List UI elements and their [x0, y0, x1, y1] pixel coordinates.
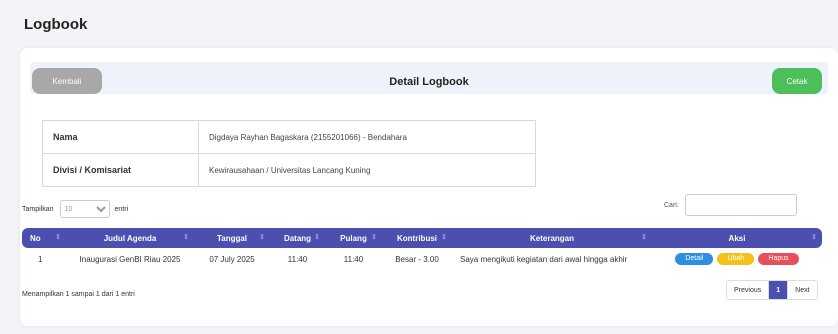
info-value: Digdaya Rayhan Bagaskara (2155201066) - … — [198, 120, 536, 154]
search-label: Cari: — [664, 201, 679, 209]
length-suffix: entri — [114, 205, 129, 213]
col-pulang[interactable]: Pulang ⇕ — [325, 228, 382, 248]
sort-icon: ⇕ — [371, 234, 377, 241]
cell-no: 1 — [38, 254, 43, 264]
col-tanggal[interactable]: Tanggal ⇕ — [194, 228, 270, 248]
table-info: Menampilkan 1 sampai 1 dari 1 entri — [22, 291, 135, 298]
cell-tanggal: 07 July 2025 — [209, 254, 255, 264]
entries-length-control: Tampilkan 10 entri — [22, 200, 128, 218]
search-input[interactable] — [684, 194, 797, 216]
col-keterangan[interactable]: Keterangan ⇕ — [452, 228, 652, 248]
next-button[interactable]: Next — [787, 281, 817, 299]
info-row-name: Nama Digdaya Rayhan Bagaskara (215520106… — [42, 120, 536, 154]
page-1-button[interactable]: 1 — [768, 281, 788, 299]
logbook-card: Kembali Detail Logbook Cetak Nama Digday… — [20, 48, 838, 326]
detail-title: Detail Logbook — [389, 76, 469, 88]
entries-select[interactable]: 10 — [59, 200, 110, 218]
col-label: Pulang — [340, 233, 367, 243]
col-label: Keterangan — [529, 233, 574, 243]
previous-button[interactable]: Previous — [727, 281, 769, 299]
cell-kontribusi: Besar - 3.00 — [395, 254, 439, 264]
delete-button[interactable]: Hapus — [758, 253, 799, 265]
col-label: No — [30, 233, 41, 243]
info-value: Kewirausahaan / Universitas Lancang Kuni… — [198, 153, 536, 187]
sort-icon: ⇕ — [183, 234, 189, 241]
pagination: Previous 1 Next — [726, 280, 818, 300]
info-key: Nama — [42, 120, 199, 154]
col-label: Aksi — [728, 233, 746, 243]
detail-button[interactable]: Detail — [675, 253, 714, 265]
cell-pulang: 11:40 — [343, 254, 364, 264]
edit-button[interactable]: Ubah — [717, 253, 755, 265]
print-button[interactable]: Cetak — [772, 68, 822, 94]
col-no[interactable]: No ⇕ — [22, 228, 66, 248]
cell-datang: 11:40 — [287, 254, 308, 264]
info-row-division: Divisi / Komisariat Kewirausahaan / Univ… — [42, 153, 536, 187]
sort-icon: ⇕ — [811, 234, 817, 241]
cell-aksi: Detail Ubah Hapus — [652, 248, 822, 270]
cell-keterangan: Saya mengikuti kegiatan dari awal hingga… — [460, 254, 628, 264]
cell-judul-agenda: Inaugurasi GenBI Riau 2025 — [79, 254, 181, 264]
sort-icon: ⇕ — [641, 234, 647, 241]
info-key: Divisi / Komisariat — [42, 153, 199, 187]
page-title: Logbook — [24, 16, 88, 33]
table-header-row: No ⇕ Judul Agenda ⇕ Tanggal ⇕ Datang ⇕ Pulan… — [22, 228, 822, 248]
col-label: Judul Agenda — [103, 233, 157, 243]
sort-icon: ⇕ — [259, 234, 265, 241]
table-row: 1 Inaugurasi GenBI Riau 2025 07 July 202… — [22, 248, 822, 270]
col-datang[interactable]: Datang ⇕ — [270, 228, 325, 248]
col-judul-agenda[interactable]: Judul Agenda ⇕ — [66, 228, 194, 248]
search-control: Cari: — [664, 194, 797, 216]
sort-icon: ⇕ — [441, 234, 447, 241]
col-kontribusi[interactable]: Kontribusi ⇕ — [382, 228, 452, 248]
info-table: Nama Digdaya Rayhan Bagaskara (215520106… — [42, 120, 536, 187]
col-label: Kontribusi — [397, 233, 437, 243]
col-aksi[interactable]: Aksi ⇕ — [652, 228, 822, 248]
col-label: Datang — [283, 233, 312, 243]
col-label: Tanggal — [216, 233, 248, 243]
length-prefix: Tampilkan — [22, 205, 54, 213]
sort-icon: ⇕ — [55, 234, 61, 241]
logbook-table: No ⇕ Judul Agenda ⇕ Tanggal ⇕ Datang ⇕ Pulan… — [22, 228, 822, 270]
sort-icon: ⇕ — [314, 234, 320, 241]
